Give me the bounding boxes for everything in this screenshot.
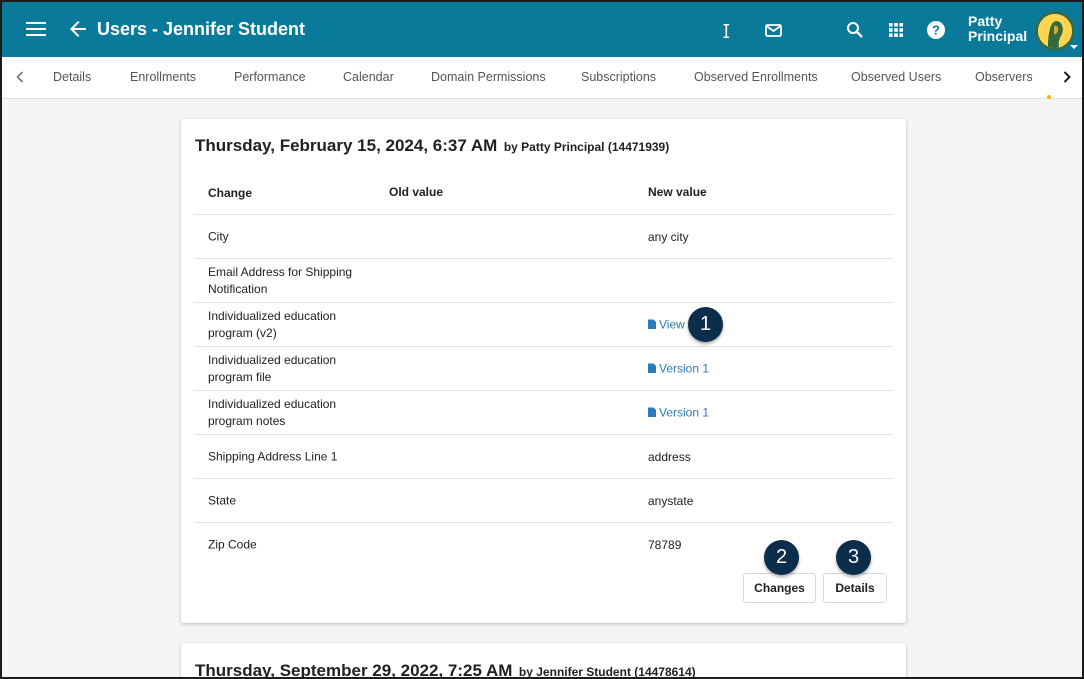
cursor-icon[interactable] bbox=[714, 16, 742, 44]
change-field: Individualized education program (v2) bbox=[208, 308, 337, 340]
table-row: City any city bbox=[194, 215, 893, 259]
column-header-old-value: Old value bbox=[389, 185, 444, 199]
change-field: Individualized education program notes bbox=[208, 396, 337, 428]
tab-bar: Details Enrollments Performance Calendar… bbox=[2, 57, 1082, 99]
tab-observers[interactable]: Observers bbox=[975, 70, 1033, 84]
file-icon bbox=[648, 363, 656, 373]
entry-heading: Thursday, September 29, 2022, 7:25 AM by… bbox=[195, 661, 696, 679]
file-icon bbox=[648, 407, 656, 417]
back-arrow-icon[interactable] bbox=[66, 17, 90, 41]
column-header-change: Change bbox=[208, 186, 253, 200]
entry-heading: Thursday, February 15, 2024, 6:37 AM by … bbox=[195, 136, 669, 156]
table-row: Email Address for Shipping Notification bbox=[194, 259, 893, 303]
table-row: State anystate bbox=[194, 479, 893, 523]
search-icon[interactable] bbox=[841, 16, 869, 44]
app-window: Users - Jennifer Student ? Patty Princip… bbox=[0, 0, 1084, 679]
top-app-bar: Users - Jennifer Student ? Patty Princip… bbox=[2, 2, 1082, 57]
tab-subscriptions[interactable]: Subscriptions bbox=[581, 70, 656, 84]
tab-details[interactable]: Details bbox=[53, 70, 91, 84]
change-field: State bbox=[208, 493, 237, 507]
change-field: Zip Code bbox=[208, 537, 257, 552]
table-row: Shipping Address Line 1 address bbox=[194, 435, 893, 479]
page-title: Users - Jennifer Student bbox=[97, 19, 306, 39]
change-field: Email Address for Shipping Notification bbox=[208, 264, 353, 296]
entry-date: Thursday, September 29, 2022, 7:25 AM bbox=[195, 661, 513, 679]
change-field: Individualized education program file bbox=[208, 352, 337, 384]
tabs-scroll-right-icon[interactable] bbox=[1057, 67, 1077, 87]
tab-observed-users[interactable]: Observed Users bbox=[851, 70, 941, 84]
table-header: Change Old value New value bbox=[194, 171, 893, 215]
tabs-scroll-left-icon[interactable] bbox=[10, 67, 30, 87]
history-entry-card: Thursday, February 15, 2024, 6:37 AM by … bbox=[181, 119, 906, 623]
apps-grid-icon[interactable] bbox=[882, 16, 910, 44]
svg-text:?: ? bbox=[932, 23, 940, 38]
file-icon bbox=[648, 319, 656, 329]
table-row: Individualized education program notes V… bbox=[194, 391, 893, 435]
entry-date: Thursday, February 15, 2024, 6:37 AM bbox=[195, 136, 498, 155]
tab-domain-permissions[interactable]: Domain Permissions bbox=[431, 70, 546, 84]
entry-author: by Patty Principal (14471939) bbox=[503, 140, 670, 154]
new-value: anystate bbox=[648, 493, 694, 508]
version-file-link[interactable]: Version 1 bbox=[648, 361, 709, 375]
change-field: Shipping Address Line 1 bbox=[208, 449, 338, 463]
changes-table: Change Old value New value City any city… bbox=[194, 171, 893, 567]
tab-observed-enrollments[interactable]: Observed Enrollments bbox=[694, 70, 818, 84]
mail-icon[interactable] bbox=[759, 16, 787, 44]
notification-dot bbox=[1047, 95, 1051, 99]
change-field: City bbox=[208, 229, 229, 243]
details-button[interactable]: Details bbox=[823, 573, 887, 603]
changes-button[interactable]: Changes bbox=[743, 573, 816, 603]
table-row: Individualized education program (v2) Vi… bbox=[194, 303, 893, 347]
callout-badge: 2 bbox=[764, 540, 799, 575]
new-value: any city bbox=[648, 229, 689, 244]
help-icon[interactable]: ? bbox=[922, 16, 950, 44]
avatar-image bbox=[1038, 14, 1072, 48]
table-row: Individualized education program file Ve… bbox=[194, 347, 893, 391]
callout-badge: 1 bbox=[688, 307, 723, 342]
entry-author: by Jennifer Student (14478614) bbox=[518, 665, 696, 679]
tab-enrollments[interactable]: Enrollments bbox=[130, 70, 196, 84]
avatar-caret-icon[interactable] bbox=[1070, 45, 1078, 49]
user-name[interactable]: Patty Principal bbox=[968, 14, 1027, 44]
new-value: 78789 bbox=[648, 538, 682, 552]
tab-calendar[interactable]: Calendar bbox=[343, 70, 394, 84]
version-notes-link[interactable]: Version 1 bbox=[648, 405, 709, 419]
callout-badge: 3 bbox=[836, 540, 871, 575]
menu-icon[interactable] bbox=[24, 18, 48, 42]
view-file-link[interactable]: View bbox=[648, 317, 685, 331]
column-header-new-value: New value bbox=[648, 185, 707, 199]
new-value: address bbox=[648, 449, 691, 464]
avatar[interactable] bbox=[1035, 11, 1075, 51]
history-entry-card: Thursday, September 29, 2022, 7:25 AM by… bbox=[181, 643, 906, 679]
tab-performance[interactable]: Performance bbox=[234, 70, 306, 84]
